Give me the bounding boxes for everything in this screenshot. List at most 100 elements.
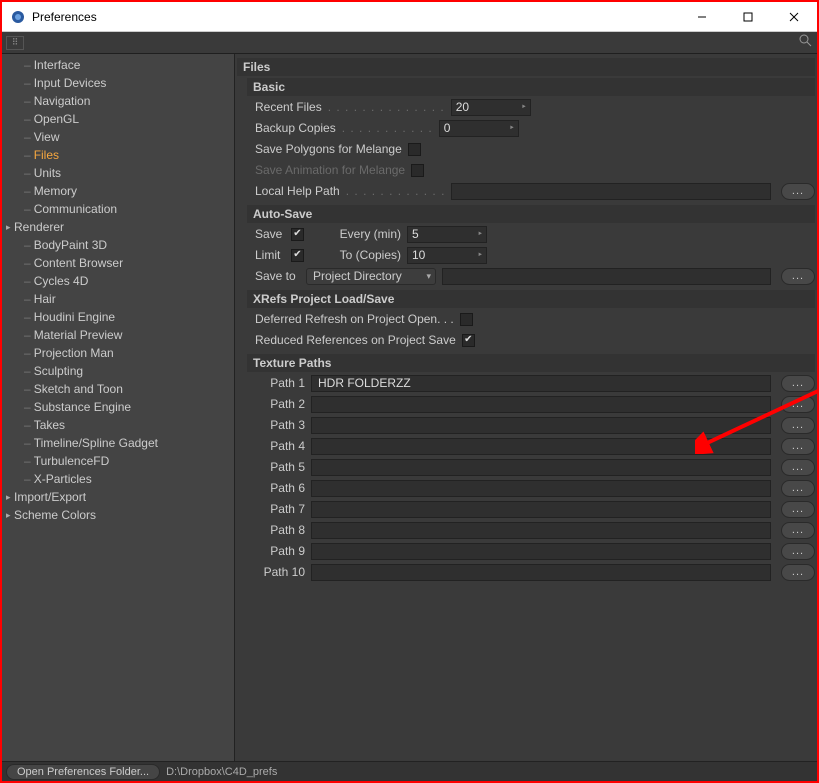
- maximize-button[interactable]: [725, 2, 771, 32]
- sidebar-item-memory[interactable]: –Memory: [2, 182, 234, 200]
- sidebar-item-label: Input Devices: [34, 76, 107, 90]
- autosave-every-input[interactable]: 5: [407, 226, 487, 243]
- xrefs-reduced-checkbox[interactable]: [462, 334, 475, 347]
- texture-path-4-browse-button[interactable]: ...: [781, 438, 815, 455]
- texture-path-5-browse-button[interactable]: ...: [781, 459, 815, 476]
- texture-path-2-input[interactable]: [311, 396, 771, 413]
- subsection-basic: Basic: [247, 78, 815, 96]
- sidebar-item-hair[interactable]: –Hair: [2, 290, 234, 308]
- sidebar-item-label: Files: [34, 148, 59, 162]
- autosave-save-label: Save: [255, 227, 285, 241]
- texture-path-7-input[interactable]: [311, 501, 771, 518]
- texture-path-1-browse-button[interactable]: ...: [781, 375, 815, 392]
- sidebar-item-cycles-4d[interactable]: –Cycles 4D: [2, 272, 234, 290]
- open-prefs-folder-button[interactable]: Open Preferences Folder...: [6, 764, 160, 780]
- texture-path-label: Path 2: [255, 397, 305, 411]
- local-help-input[interactable]: [451, 183, 771, 200]
- sidebar-item-material-preview[interactable]: –Material Preview: [2, 326, 234, 344]
- texture-path-6-browse-button[interactable]: ...: [781, 480, 815, 497]
- texture-path-3-browse-button[interactable]: ...: [781, 417, 815, 434]
- subsection-autosave: Auto-Save: [247, 205, 815, 223]
- sidebar-item-x-particles[interactable]: –X-Particles: [2, 470, 234, 488]
- texture-path-9-input[interactable]: [311, 543, 771, 560]
- sidebar-item-scheme-colors[interactable]: Scheme Colors: [2, 506, 234, 524]
- texture-path-label: Path 4: [255, 439, 305, 453]
- sidebar-item-projection-man[interactable]: –Projection Man: [2, 344, 234, 362]
- texture-path-8-input[interactable]: [311, 522, 771, 539]
- sidebar-item-label: Navigation: [34, 94, 91, 108]
- sidebar-item-label: Import/Export: [14, 490, 86, 504]
- sidebar-item-units[interactable]: –Units: [2, 164, 234, 182]
- sidebar-item-renderer[interactable]: Renderer: [2, 218, 234, 236]
- sidebar-item-import-export[interactable]: Import/Export: [2, 488, 234, 506]
- recent-files-input[interactable]: 20: [451, 99, 531, 116]
- sidebar-item-label: Interface: [34, 58, 81, 72]
- sidebar-item-interface[interactable]: –Interface: [2, 56, 234, 74]
- close-button[interactable]: [771, 2, 817, 32]
- autosave-save-checkbox[interactable]: [291, 228, 304, 241]
- sidebar-item-opengl[interactable]: –OpenGL: [2, 110, 234, 128]
- sidebar-item-label: OpenGL: [34, 112, 79, 126]
- sidebar-item-label: Substance Engine: [34, 400, 131, 414]
- statusbar: Open Preferences Folder... D:\Dropbox\C4…: [2, 761, 817, 781]
- backup-copies-input[interactable]: 0: [439, 120, 519, 137]
- texture-path-9-browse-button[interactable]: ...: [781, 543, 815, 560]
- autosave-saveto-combo[interactable]: Project Directory: [306, 268, 436, 285]
- texture-path-7-browse-button[interactable]: ...: [781, 501, 815, 518]
- autosave-saveto-browse-button[interactable]: ...: [781, 268, 815, 285]
- autosave-limit-checkbox[interactable]: [291, 249, 304, 262]
- sidebar-item-substance-engine[interactable]: –Substance Engine: [2, 398, 234, 416]
- sidebar-item-bodypaint-3d[interactable]: –BodyPaint 3D: [2, 236, 234, 254]
- recent-files-label: Recent Files: [255, 100, 322, 114]
- xrefs-deferred-checkbox[interactable]: [460, 313, 473, 326]
- sidebar-item-content-browser[interactable]: –Content Browser: [2, 254, 234, 272]
- sidebar-item-sketch-and-toon[interactable]: –Sketch and Toon: [2, 380, 234, 398]
- app-icon: [10, 9, 26, 25]
- save-polygons-label: Save Polygons for Melange: [255, 142, 402, 156]
- texture-path-10-input[interactable]: [311, 564, 771, 581]
- texture-path-1-input[interactable]: HDR FOLDERZZ: [311, 375, 771, 392]
- sidebar-item-files[interactable]: –Files: [2, 146, 234, 164]
- texture-path-8-browse-button[interactable]: ...: [781, 522, 815, 539]
- sidebar-item-label: Timeline/Spline Gadget: [34, 436, 158, 450]
- sidebar-item-takes[interactable]: –Takes: [2, 416, 234, 434]
- save-polygons-checkbox[interactable]: [408, 143, 421, 156]
- texture-path-4-input[interactable]: [311, 438, 771, 455]
- sidebar-item-view[interactable]: –View: [2, 128, 234, 146]
- local-help-browse-button[interactable]: ...: [781, 183, 815, 200]
- sidebar-item-label: Hair: [34, 292, 56, 306]
- texture-path-6-input[interactable]: [311, 480, 771, 497]
- autosave-to-input[interactable]: 10: [407, 247, 487, 264]
- sidebar-item-houdini-engine[interactable]: –Houdini Engine: [2, 308, 234, 326]
- texture-path-label: Path 3: [255, 418, 305, 432]
- texture-path-label: Path 7: [255, 502, 305, 516]
- sidebar: –Interface–Input Devices–Navigation–Open…: [2, 54, 235, 761]
- sidebar-item-sculpting[interactable]: –Sculpting: [2, 362, 234, 380]
- sidebar-item-communication[interactable]: –Communication: [2, 200, 234, 218]
- sidebar-item-label: Cycles 4D: [34, 274, 89, 288]
- texture-path-2-browse-button[interactable]: ...: [781, 396, 815, 413]
- texture-path-10-browse-button[interactable]: ...: [781, 564, 815, 581]
- search-icon[interactable]: [799, 34, 813, 51]
- sidebar-item-navigation[interactable]: –Navigation: [2, 92, 234, 110]
- autosave-saveto-path[interactable]: [442, 268, 771, 285]
- sidebar-item-input-devices[interactable]: –Input Devices: [2, 74, 234, 92]
- texture-path-label: Path 1: [255, 376, 305, 390]
- xrefs-reduced-label: Reduced References on Project Save: [255, 333, 456, 347]
- sidebar-item-label: Sculpting: [34, 364, 83, 378]
- save-animation-label: Save Animation for Melange: [255, 163, 405, 177]
- toolbar-handle-icon[interactable]: ⠿: [6, 36, 24, 50]
- sidebar-item-label: TurbulenceFD: [34, 454, 110, 468]
- sidebar-item-label: Material Preview: [34, 328, 123, 342]
- sidebar-item-turbulencefd[interactable]: –TurbulenceFD: [2, 452, 234, 470]
- texture-path-5-input[interactable]: [311, 459, 771, 476]
- texture-path-3-input[interactable]: [311, 417, 771, 434]
- sidebar-item-label: Content Browser: [34, 256, 123, 270]
- texture-path-label: Path 5: [255, 460, 305, 474]
- backup-copies-label: Backup Copies: [255, 121, 336, 135]
- sidebar-item-label: Projection Man: [34, 346, 114, 360]
- autosave-limit-label: Limit: [255, 248, 285, 262]
- minimize-button[interactable]: [679, 2, 725, 32]
- toolbar: ⠿: [2, 32, 817, 54]
- sidebar-item-timeline-spline-gadget[interactable]: –Timeline/Spline Gadget: [2, 434, 234, 452]
